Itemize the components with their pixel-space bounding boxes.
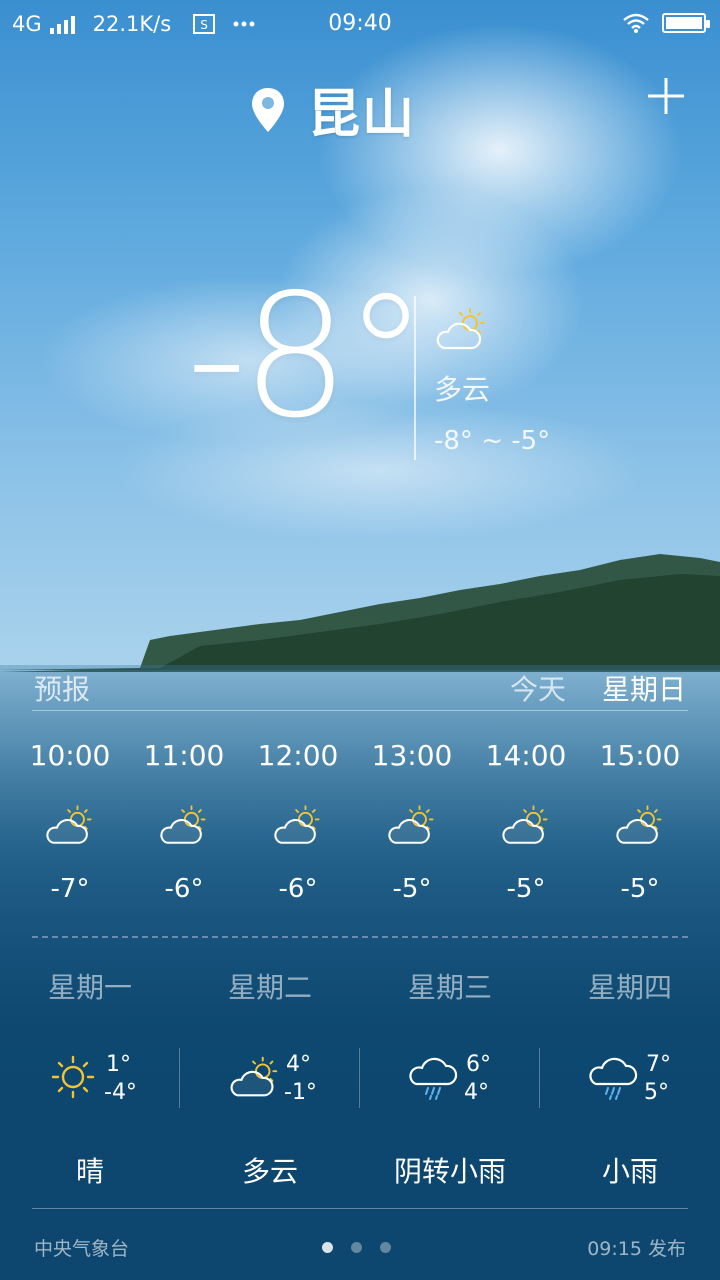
day-description: 阴转小雨	[393, 1155, 506, 1188]
page-indicator[interactable]	[322, 1242, 391, 1253]
city-selector[interactable]: 昆山	[250, 72, 416, 147]
day-name: 星期一	[47, 971, 132, 1004]
location-pin-icon	[252, 87, 284, 132]
day-high: 4°	[286, 1052, 311, 1077]
hour-time: 13:00	[371, 739, 453, 772]
hourly-forecast: 10:00 -7° 11:00 -6° 12:00 -6° 13:00 -5° …	[13, 736, 697, 904]
daily-item-monday: 星期一 1° -4° 晴	[0, 962, 180, 1202]
daily-item-tuesday: 星期二 4° -1° 多云	[180, 962, 360, 1202]
partly-cloudy-icon	[498, 802, 554, 848]
battery-icon	[662, 13, 710, 33]
forecast-header: 预报 今天 星期日	[32, 666, 688, 711]
daily-item-wednesday: 星期三 6° 4° 阴转小雨	[360, 962, 540, 1202]
hourly-item: 14:00 -5°	[469, 736, 583, 904]
wifi-icon	[623, 13, 649, 33]
tab-sunday[interactable]: 星期日	[602, 668, 686, 708]
hour-temp: -7°	[50, 874, 90, 904]
partly-cloudy-icon	[384, 802, 440, 848]
footer: 中央气象台 09:15 发布	[32, 1234, 688, 1262]
partly-cloudy-icon	[432, 306, 492, 352]
day-high: 7°	[646, 1052, 671, 1077]
day-description: 多云	[241, 1155, 298, 1188]
page-dot[interactable]	[351, 1242, 362, 1253]
partly-cloudy-icon	[42, 802, 98, 848]
hourly-item: 13:00 -5°	[355, 736, 469, 904]
day-low: 4°	[464, 1080, 489, 1105]
partly-cloudy-icon	[156, 802, 212, 848]
forest-shoreline	[0, 554, 720, 672]
status-right	[622, 12, 710, 34]
current-divider	[414, 296, 416, 460]
day-description: 小雨	[601, 1155, 658, 1188]
hourly-item: 12:00 -6°	[241, 736, 355, 904]
forecast-divider	[32, 936, 688, 938]
day-high: 6°	[466, 1052, 491, 1077]
add-city-button[interactable]	[646, 76, 686, 116]
hour-time: 14:00	[485, 739, 567, 772]
footer-divider	[32, 1208, 688, 1209]
hour-temp: -6°	[278, 874, 318, 904]
hour-time: 11:00	[143, 739, 225, 772]
current-temperature: -8°	[186, 258, 429, 456]
hour-time: 10:00	[29, 739, 111, 772]
hourly-item: 10:00 -7°	[13, 736, 127, 904]
partly-cloudy-icon	[226, 1052, 284, 1102]
day-high: 1°	[106, 1052, 131, 1077]
day-name: 星期四	[587, 971, 672, 1004]
forecast-title: 预报	[34, 673, 91, 706]
city-name: 昆山	[308, 85, 417, 145]
publish-time: 09:15 发布	[587, 1238, 686, 1260]
page-dot[interactable]	[380, 1242, 391, 1253]
rain-cloud-icon	[406, 1052, 464, 1102]
partly-cloudy-icon	[270, 802, 326, 848]
hour-temp: -5°	[620, 874, 660, 904]
status-time: 09:40	[328, 11, 392, 36]
hour-temp: -5°	[506, 874, 546, 904]
hourly-item: 15:00 -5°	[583, 736, 697, 904]
tab-today[interactable]: 今天	[510, 668, 566, 708]
day-name: 星期二	[227, 971, 312, 1004]
page-dot-active[interactable]	[322, 1242, 333, 1253]
partly-cloudy-icon	[612, 802, 668, 848]
hour-temp: -5°	[392, 874, 432, 904]
day-low: 5°	[644, 1080, 669, 1105]
current-range: -8° ~ -5°	[434, 426, 551, 456]
hour-time: 12:00	[257, 739, 339, 772]
day-description: 晴	[75, 1155, 104, 1188]
day-low: -4°	[104, 1080, 137, 1105]
hour-temp: -6°	[164, 874, 204, 904]
current-weather: -8° 多云 -8° ~ -5°	[0, 272, 720, 470]
hourly-item: 11:00 -6°	[127, 736, 241, 904]
hour-time: 15:00	[599, 739, 681, 772]
sun-icon	[46, 1052, 104, 1102]
data-source: 中央气象台	[34, 1238, 130, 1260]
status-bar: 4G 22.1K/s S 09:40	[0, 0, 720, 48]
header: 昆山	[0, 66, 720, 145]
forecast-tabs: 今天 星期日	[510, 668, 686, 708]
daily-item-thursday: 星期四 7° 5° 小雨	[540, 962, 720, 1202]
daily-forecast: 星期一 1° -4° 晴 星期二 4° -1° 多云 星期三 6° 4° 阴转小…	[0, 962, 720, 1202]
day-name: 星期三	[407, 971, 492, 1004]
day-low: -1°	[284, 1080, 317, 1105]
rain-cloud-icon	[586, 1052, 644, 1102]
current-condition: 多云	[434, 373, 491, 406]
